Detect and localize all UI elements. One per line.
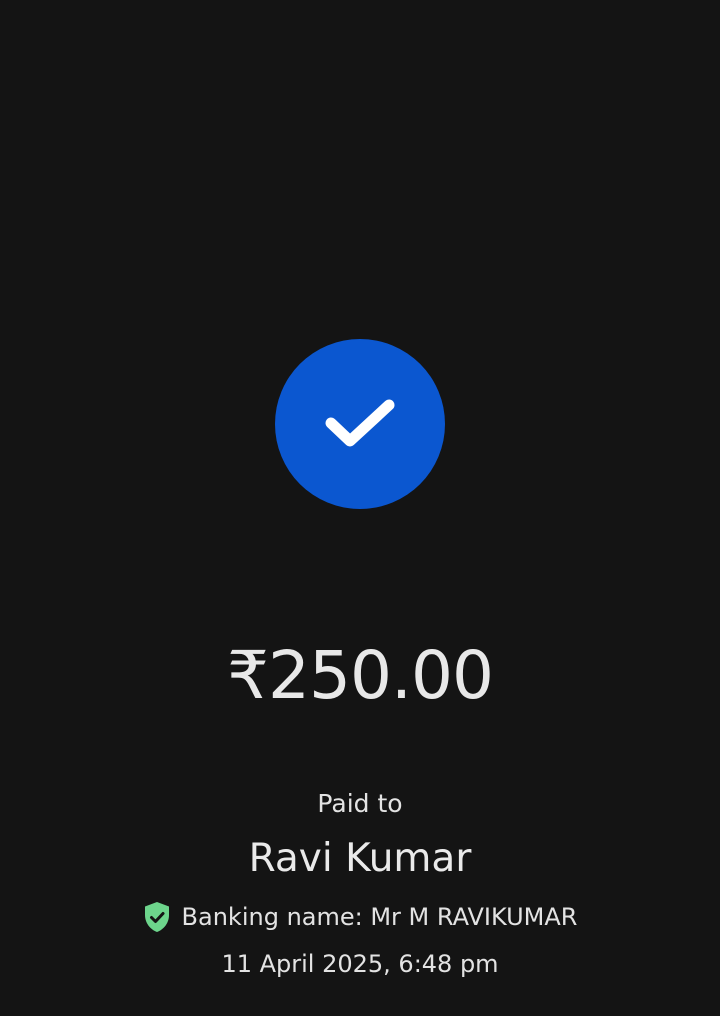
- checkmark-icon: [325, 399, 395, 447]
- success-badge: [275, 339, 445, 509]
- payment-success-screen: ₹250.00 Paid to Ravi Kumar Banking name:…: [0, 0, 720, 1016]
- banking-name-row: Banking name: Mr M RAVIKUMAR: [0, 898, 720, 936]
- payment-amount: ₹250.00: [227, 637, 494, 714]
- paid-to-label: Paid to: [317, 789, 403, 818]
- payee-name: Ravi Kumar: [248, 836, 472, 881]
- verified-shield-icon: [143, 901, 171, 933]
- banking-name: Banking name: Mr M RAVIKUMAR: [181, 903, 578, 931]
- payment-timestamp: 11 April 2025, 6:48 pm: [221, 950, 499, 978]
